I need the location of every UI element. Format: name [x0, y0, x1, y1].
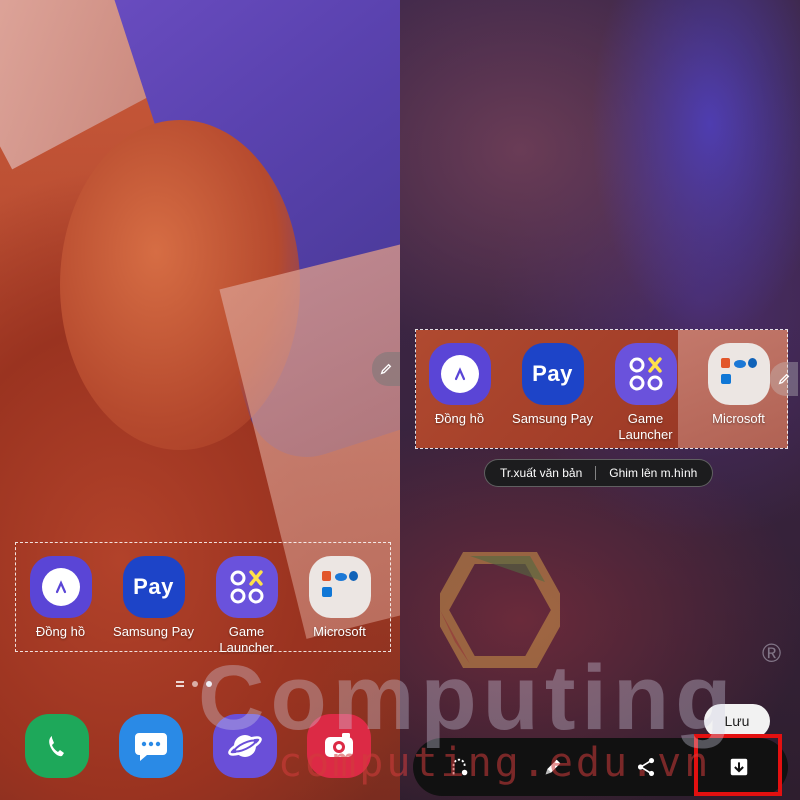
game-launcher-icon [614, 343, 677, 405]
watermark-url: computing.edu.vn [278, 740, 712, 786]
app-microsoft-folder[interactable]: Microsoft [293, 556, 386, 656]
samsung-pay-icon: Pay [122, 556, 185, 618]
game-launcher-icon [215, 556, 278, 618]
app-microsoft-folder: Microsoft [692, 343, 785, 443]
watermark-brand: Computing [198, 647, 738, 749]
phone-icon[interactable] [25, 714, 89, 778]
captured-app-row: Đồng hồ Pay Samsung Pay Game Launcher Mi… [413, 343, 785, 443]
microsoft-folder-icon [308, 556, 371, 618]
pin-to-screen-button[interactable]: Ghim lên m.hình [609, 466, 697, 480]
app-game-launcher[interactable]: Game Launcher [200, 556, 293, 656]
app-label: Đồng hồ [434, 411, 485, 426]
edge-panel-handle[interactable] [372, 352, 400, 386]
samsung-pay-icon: Pay [521, 343, 584, 405]
app-clock: Đồng hồ [413, 343, 506, 443]
watermark-registered: ® [762, 638, 782, 668]
app-label: Microsoft [712, 411, 765, 426]
app-label: Samsung Pay [113, 624, 194, 639]
app-samsung-pay[interactable]: Pay Samsung Pay [107, 556, 200, 656]
app-label: Game Launcher [618, 411, 673, 442]
app-clock[interactable]: Đồng hồ [14, 556, 107, 656]
app-samsung-pay: Pay Samsung Pay [506, 343, 599, 443]
app-label: Microsoft [313, 624, 366, 639]
app-label: Đồng hồ [35, 624, 86, 639]
app-game-launcher: Game Launcher [599, 343, 692, 443]
home-pages-icon [176, 681, 184, 687]
screenshot-stage: Đồng hồ Pay Samsung Pay Game Launcher Mi… [0, 0, 800, 800]
app-label: Samsung Pay [512, 411, 593, 426]
selected-app-row: Đồng hồ Pay Samsung Pay Game Launcher Mi… [14, 556, 386, 656]
messages-icon[interactable] [119, 714, 183, 778]
pencil-icon [380, 363, 392, 375]
microsoft-folder-icon [707, 343, 770, 405]
blurred-background [590, 0, 800, 340]
extract-text-button[interactable]: Tr.xuất văn bản [500, 466, 582, 480]
clock-icon [428, 343, 491, 405]
clock-icon [29, 556, 92, 618]
divider [595, 466, 597, 480]
capture-action-bar: Tr.xuất văn bản Ghim lên m.hình [484, 459, 714, 487]
